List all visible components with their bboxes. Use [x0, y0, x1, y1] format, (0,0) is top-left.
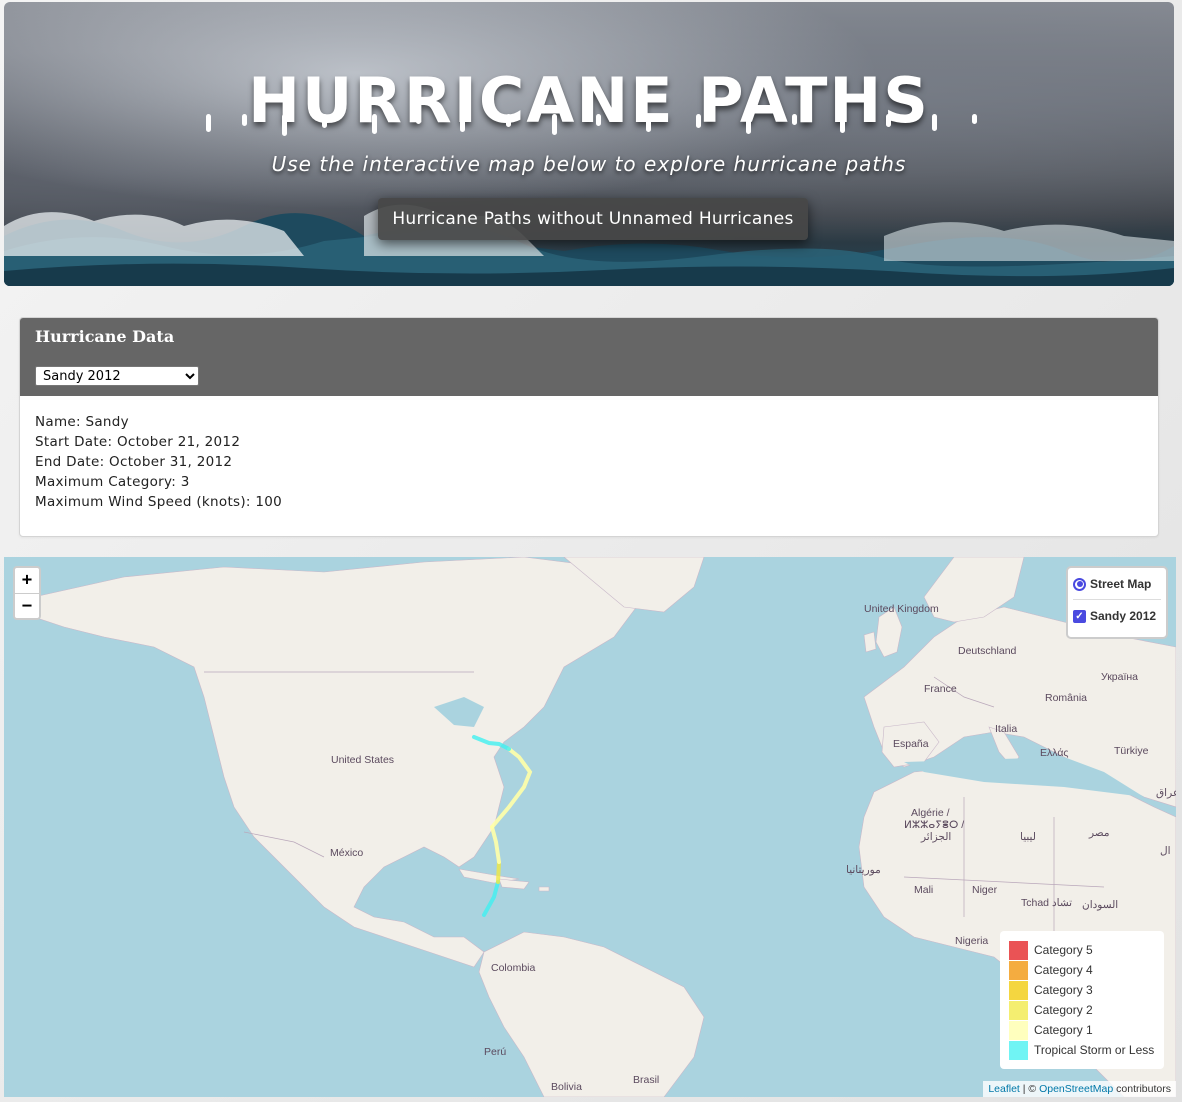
label-united-kingdom: United Kingdom — [864, 603, 939, 615]
info-end-date: End Date: October 31, 2012 — [35, 454, 233, 470]
attribution-contributors: contributors — [1113, 1083, 1171, 1095]
label-turkiye: Türkiye — [1114, 745, 1149, 757]
label-algerie-1: Algérie / — [911, 807, 950, 819]
label-nigeria: Nigeria — [955, 935, 989, 947]
label-sudan: السودان — [1082, 899, 1119, 911]
info-start-date: Start Date: October 21, 2012 — [35, 434, 241, 450]
panel-header: Hurricane Data Sandy 2012 — [20, 318, 1158, 396]
label-mauritania: موريتانيا — [846, 864, 881, 876]
label-mexico: México — [330, 847, 364, 859]
base-layer-label: Street Map — [1090, 577, 1152, 591]
overlay-label: Sandy 2012 — [1090, 609, 1157, 623]
label-libya: ليبيا — [1020, 831, 1036, 843]
legend-label: Category 5 — [1034, 943, 1093, 957]
label-tchad: Tchad تشاد — [1021, 897, 1073, 909]
hurricane-data-panel: Hurricane Data Sandy 2012 Name: Sandy St… — [19, 317, 1159, 537]
drip-decoration — [206, 114, 977, 136]
legend-swatch — [1009, 1000, 1028, 1020]
label-misr: مصر — [1089, 827, 1110, 839]
label-united-states: United States — [331, 754, 395, 766]
label-ellas: Ελλάς — [1040, 747, 1069, 759]
label-algerie-2: ⵍⵣⵣⴰⵢⴻⵔ / — [904, 819, 965, 831]
label-peru: Perú — [484, 1046, 507, 1058]
hurricane-map[interactable]: United Kingdom Deutschland Україна Franc… — [4, 557, 1176, 1097]
hurricane-select[interactable]: Sandy 2012 — [35, 366, 199, 386]
label-france: France — [924, 683, 957, 695]
legend-swatch — [1009, 940, 1028, 960]
label-mali: Mali — [914, 884, 934, 896]
label-iraq: عراق — [1156, 787, 1176, 799]
panel-title: Hurricane Data — [35, 327, 175, 346]
legend-label: Category 1 — [1034, 1023, 1093, 1037]
label-algerie-3: الجزائر — [921, 831, 952, 843]
label-deutschland: Deutschland — [958, 645, 1017, 657]
layer-control: Street Map ✓ Sandy 2012 — [1066, 566, 1168, 639]
zoom-in-button[interactable]: + — [15, 568, 39, 593]
label-brasil: Brasil — [633, 1074, 660, 1086]
hero-subtitle: Use the interactive map below to explore… — [271, 152, 907, 176]
overlay-option[interactable]: ✓ Sandy 2012 — [1073, 606, 1161, 626]
map-attribution: Leaflet | © OpenStreetMap contributors — [983, 1081, 1176, 1097]
legend-item: Category 5 — [1009, 940, 1155, 960]
hurricane-info: Name: Sandy Start Date: October 21, 2012… — [20, 396, 1158, 528]
legend-label: Tropical Storm or Less — [1034, 1043, 1155, 1057]
info-name: Name: Sandy — [35, 414, 129, 430]
legend-item: Category 3 — [1009, 980, 1155, 1000]
category-legend: Category 5 Category 4 Category 3 Categor… — [1000, 931, 1164, 1069]
legend-swatch — [1009, 980, 1028, 1000]
legend-swatch — [1009, 960, 1028, 980]
leaflet-link[interactable]: Leaflet — [988, 1083, 1020, 1095]
legend-label: Category 3 — [1034, 983, 1093, 997]
unnamed-hurricanes-button[interactable]: Hurricane Paths without Unnamed Hurrican… — [378, 198, 808, 240]
legend-item: Category 2 — [1009, 1000, 1155, 1020]
attribution-separator: | © — [1019, 1083, 1040, 1095]
legend-item: Category 4 — [1009, 960, 1155, 980]
legend-label: Category 2 — [1034, 1003, 1093, 1017]
legend-label: Category 4 — [1034, 963, 1093, 977]
hero-banner: HURRICANE PATHS Use the interactive map … — [4, 2, 1174, 286]
label-ukraina: Україна — [1101, 671, 1139, 683]
label-romania: România — [1045, 692, 1088, 704]
label-bolivia: Bolivia — [551, 1081, 582, 1093]
legend-swatch — [1009, 1020, 1028, 1040]
info-max-category: Maximum Category: 3 — [35, 474, 190, 490]
label-saudi: ال — [1160, 845, 1171, 857]
checkbox-checked-icon[interactable]: ✓ — [1073, 609, 1086, 623]
label-niger: Niger — [972, 884, 998, 896]
legend-item: Tropical Storm or Less — [1009, 1040, 1155, 1060]
radio-selected-icon[interactable] — [1073, 577, 1086, 591]
layer-divider — [1073, 599, 1161, 600]
legend-item: Category 1 — [1009, 1020, 1155, 1040]
base-layer-option[interactable]: Street Map — [1073, 574, 1161, 594]
zoom-out-button[interactable]: − — [15, 593, 39, 618]
label-espana: España — [893, 738, 929, 750]
openstreetmap-link[interactable]: OpenStreetMap — [1039, 1083, 1113, 1095]
info-max-wind: Maximum Wind Speed (knots): 100 — [35, 494, 283, 510]
label-italia: Italia — [995, 723, 1018, 735]
legend-swatch — [1009, 1040, 1028, 1060]
zoom-control: + − — [13, 566, 41, 620]
label-colombia: Colombia — [491, 962, 536, 974]
